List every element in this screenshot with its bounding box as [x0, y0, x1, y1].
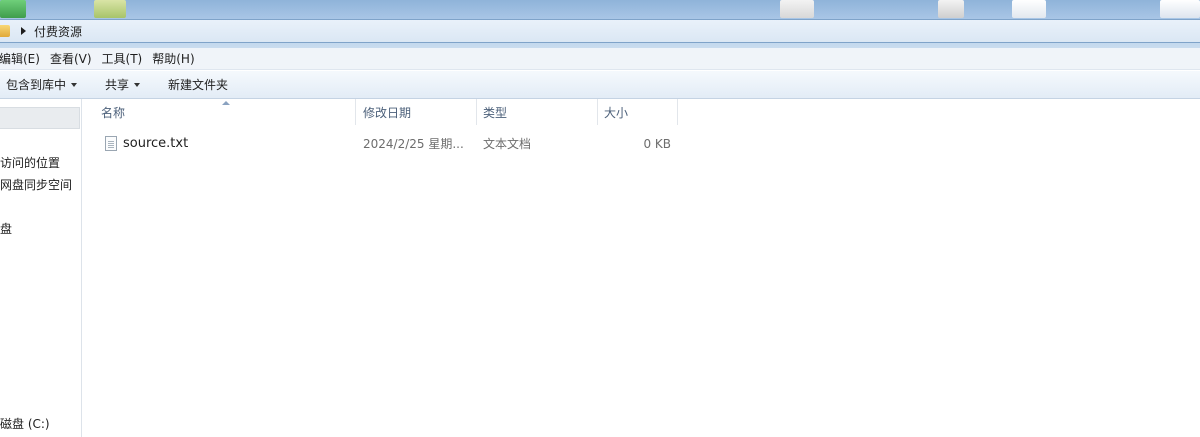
text-file-icon [105, 136, 117, 151]
menu-view[interactable]: 查看(V) [45, 48, 97, 70]
column-size[interactable]: 大小 [598, 99, 678, 125]
chevron-down-icon [71, 82, 78, 87]
nav-item-disk[interactable]: 盘 [0, 220, 12, 237]
share-label: 共享 [105, 78, 130, 92]
breadcrumb[interactable]: 付费资源 [34, 23, 82, 40]
column-type[interactable]: 类型 [477, 99, 598, 125]
column-modified[interactable]: 修改日期 [357, 99, 477, 125]
share-button[interactable]: 共享 [105, 76, 141, 93]
file-name[interactable]: source.txt [123, 133, 188, 155]
file-list: 名称 修改日期 类型 大小 source.txt 2024/2/25 星期...… [83, 99, 1200, 437]
navigation-pane: 访问的位置 网盘同步空间 盘 磁盘 (C:) [0, 99, 82, 437]
menu-edit[interactable]: 编辑(E) [0, 48, 45, 70]
file-size: 0 KB [643, 137, 671, 151]
window-titlebar: 付费资源 [0, 0, 1200, 48]
address-bar[interactable]: 付费资源 [0, 19, 1200, 43]
nav-selected-item[interactable] [0, 107, 80, 129]
desktop-background-icon [1012, 0, 1046, 18]
desktop-background-icon [1160, 0, 1200, 18]
command-bar: 包含到库中 共享 新建文件夹 [0, 71, 1200, 99]
desktop-background-icon [938, 0, 964, 18]
folder-icon [0, 25, 10, 37]
chevron-down-icon [134, 82, 141, 87]
nav-item-cloud-sync[interactable]: 网盘同步空间 [0, 176, 72, 193]
include-in-library-button[interactable]: 包含到库中 [6, 76, 78, 93]
column-header-row: 名称 修改日期 类型 大小 [83, 99, 1200, 125]
menu-help[interactable]: 帮助(H) [147, 48, 199, 70]
file-type: 文本文档 [483, 137, 532, 151]
nav-item-local-disk-c[interactable]: 磁盘 (C:) [0, 415, 50, 432]
chevron-right-icon[interactable] [21, 27, 26, 35]
file-row[interactable]: source.txt 2024/2/25 星期... 文本文档 0 KB [97, 133, 697, 155]
desktop-background-icon [0, 0, 26, 18]
desktop-background-icon [94, 0, 126, 18]
column-name[interactable]: 名称 [95, 99, 356, 125]
new-folder-button[interactable]: 新建文件夹 [168, 76, 228, 93]
menu-bar: 编辑(E) 查看(V) 工具(T) 帮助(H) [0, 48, 1200, 70]
include-in-library-label: 包含到库中 [6, 78, 67, 92]
nav-item-recent-places[interactable]: 访问的位置 [0, 154, 60, 171]
menu-tools[interactable]: 工具(T) [97, 48, 148, 70]
desktop-background-icon [780, 0, 814, 18]
file-modified: 2024/2/25 星期... [363, 137, 464, 151]
